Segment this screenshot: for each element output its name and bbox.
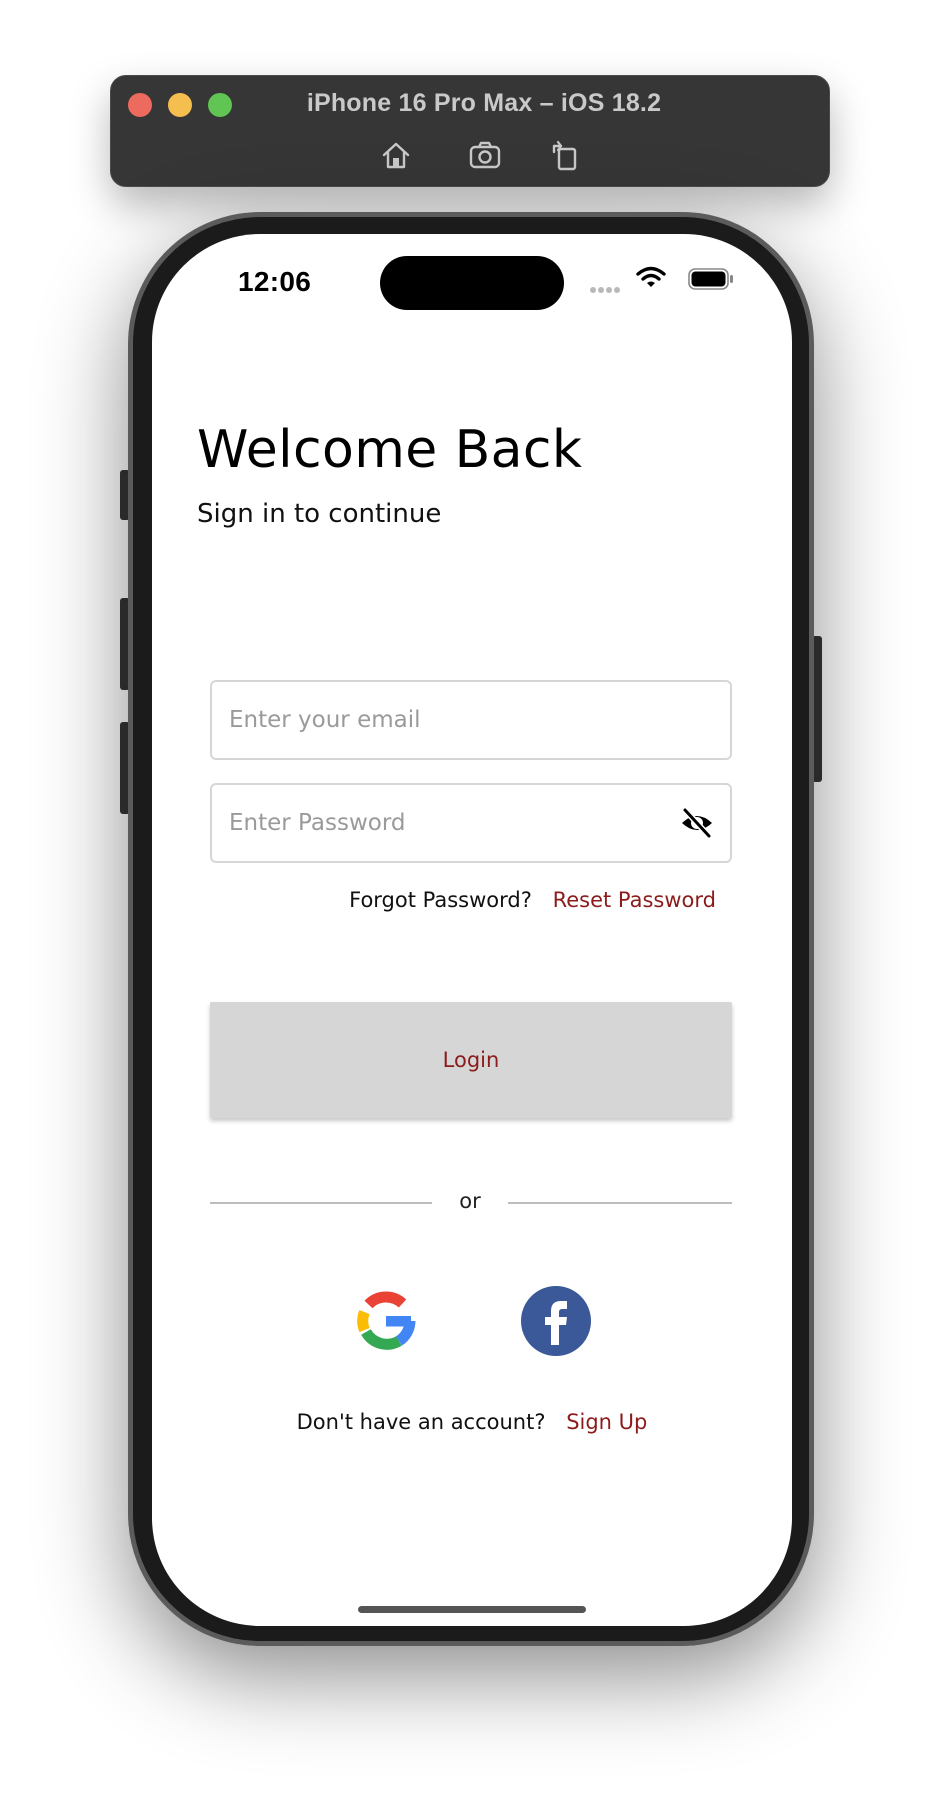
signup-row: Don't have an account? Sign Up <box>152 1410 792 1434</box>
forgot-password-row: Forgot Password? Reset Password <box>349 888 716 912</box>
divider-right <box>508 1202 732 1204</box>
signup-prompt: Don't have an account? <box>296 1410 546 1434</box>
home-icon[interactable] <box>379 138 413 172</box>
status-time: 12:06 <box>238 266 312 297</box>
password-field <box>210 783 732 863</box>
divider-or: or <box>459 1189 481 1213</box>
rotate-icon[interactable] <box>548 138 582 172</box>
simulator-title-bar: iPhone 16 Pro Max – iOS 18.2 <box>110 75 830 187</box>
wifi-icon <box>636 266 666 287</box>
facebook-icon[interactable] <box>520 1285 592 1357</box>
login-button[interactable]: Login <box>210 1002 732 1118</box>
google-icon[interactable] <box>350 1285 422 1357</box>
page-title: Welcome Back <box>197 420 583 480</box>
dynamic-island <box>380 256 564 310</box>
email-input[interactable] <box>212 682 659 758</box>
page-subtitle: Sign in to continue <box>197 499 442 529</box>
reset-password-link[interactable]: Reset Password <box>553 888 716 912</box>
simulator-toolbar <box>111 138 829 172</box>
eye-off-icon[interactable] <box>680 807 714 839</box>
signup-link[interactable]: Sign Up <box>566 1410 647 1434</box>
password-input[interactable] <box>212 785 659 861</box>
email-field <box>210 680 732 760</box>
battery-icon <box>688 268 733 290</box>
divider-left <box>210 1202 432 1204</box>
simulator-title: iPhone 16 Pro Max – iOS 18.2 <box>306 89 662 117</box>
screenshot-icon[interactable] <box>468 138 502 172</box>
status-icons <box>574 266 734 294</box>
phone-screen: 12:06 Welcome Back Sign in to continue E… <box>152 234 792 1626</box>
home-indicator[interactable] <box>358 1606 586 1613</box>
forgot-password-label: Forgot Password? <box>349 888 532 912</box>
cellular-signal-icon <box>590 280 624 293</box>
